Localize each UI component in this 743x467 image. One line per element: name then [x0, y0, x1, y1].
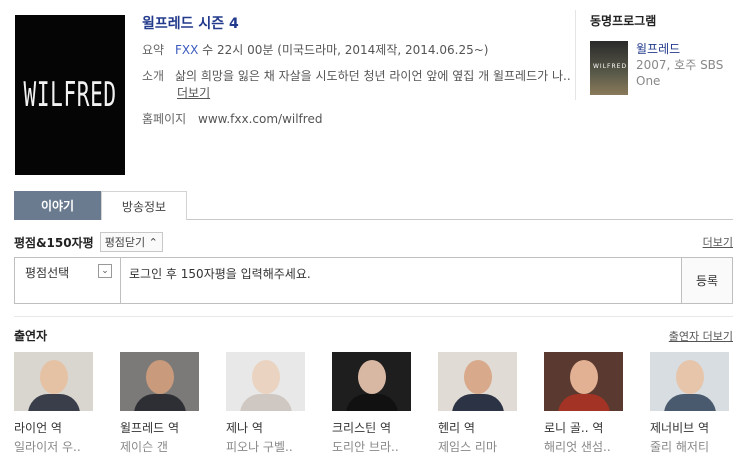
cast-list: 라이언 역 일라이저 우.. 윌프레드 역 제이슨 갠 제나 역 피오나 구벨.…: [14, 352, 739, 455]
homepage-row: 홈페이지 www.fxx.com/wilfred: [142, 111, 572, 128]
cast-body: [28, 394, 80, 411]
cast-face: [570, 360, 598, 394]
review-more-link[interactable]: 더보기: [703, 234, 733, 250]
summary-value: FXX 수 22시 00분 (미국드라마, 2014제작, 2014.06.25…: [175, 42, 572, 59]
rating-select[interactable]: 평점선택 ⌄: [15, 258, 121, 303]
cast-body: [134, 394, 186, 411]
review-submit-button[interactable]: 등록: [681, 258, 732, 303]
intro-row: 소개 삶의 희망을 잃은 채 자살을 시도하던 청년 라이언 앞에 옆집 개 윌…: [142, 68, 572, 102]
program-title[interactable]: 윌프레드 시즌 4: [142, 16, 239, 32]
same-name-link[interactable]: 윌프레드: [636, 42, 680, 56]
cast-photo[interactable]: [438, 352, 517, 411]
cast-role[interactable]: 크리스틴 역: [332, 419, 438, 436]
content-tabs: 이야기 방송정보: [14, 191, 733, 220]
review-header: 평점&150자평 평점닫기 ⌃ 더보기: [14, 232, 733, 252]
tab-broadcast-info[interactable]: 방송정보: [101, 191, 187, 220]
cast-face: [464, 360, 492, 394]
cast-role[interactable]: 제나 역: [226, 419, 332, 436]
channel-link[interactable]: FXX: [175, 43, 198, 57]
cast-member[interactable]: 윌프레드 역 제이슨 갠: [120, 352, 226, 455]
review-input-box: 평점선택 ⌄ 로그인 후 150자평을 입력해주세요. 등록: [14, 257, 733, 304]
cast-photo[interactable]: [544, 352, 623, 411]
cast-body: [664, 394, 716, 411]
program-info: 윌프레드 시즌 4 요약 FXX 수 22시 00분 (미국드라마, 2014제…: [142, 13, 572, 128]
cast-body: [240, 394, 292, 411]
cast-actor[interactable]: 제임스 리마: [438, 438, 544, 455]
cast-role[interactable]: 헨리 역: [438, 419, 544, 436]
intro-value: 삶의 희망을 잃은 채 자살을 시도하던 청년 라이언 앞에 옆집 개 윌프레드…: [175, 68, 572, 102]
cast-photo[interactable]: [14, 352, 93, 411]
cast-actor[interactable]: 제이슨 갠: [120, 438, 226, 455]
vertical-divider: [575, 10, 576, 100]
cast-face: [676, 360, 704, 394]
review-title: 평점&150자평: [14, 235, 94, 250]
program-poster[interactable]: WILFRED: [15, 15, 125, 175]
cast-actor[interactable]: 도리안 브라..: [332, 438, 438, 455]
cast-role[interactable]: 라이언 역: [14, 419, 120, 436]
cast-role[interactable]: 로니 골.. 역: [544, 419, 650, 436]
cast-face: [146, 360, 174, 394]
cast-title: 출연자: [14, 329, 48, 343]
homepage-label: 홈페이지: [142, 112, 187, 126]
cast-actor[interactable]: 줄리 해저티: [650, 438, 743, 455]
section-divider: [14, 316, 733, 317]
intro-label: 소개: [142, 69, 165, 83]
cast-member[interactable]: 크리스틴 역 도리안 브라..: [332, 352, 438, 455]
same-name-sub: 2007, 호주 SBS One: [636, 58, 724, 88]
cast-header: 출연자 출연자 더보기: [14, 327, 733, 344]
intro-text: 삶의 희망을 잃은 채 자살을 시도하던 청년 라이언 앞에 옆집 개 윌프레드…: [175, 69, 571, 83]
cast-actor[interactable]: 일라이저 우..: [14, 438, 120, 455]
cast-member[interactable]: 로니 골.. 역 해리엇 샌섬..: [544, 352, 650, 455]
cast-body: [558, 394, 610, 411]
summary-row: 요약 FXX 수 22시 00분 (미국드라마, 2014제작, 2014.06…: [142, 42, 572, 59]
cast-body: [452, 394, 504, 411]
cast-face: [40, 360, 68, 394]
cast-role[interactable]: 윌프레드 역: [120, 419, 226, 436]
cast-member[interactable]: 제너비브 역 줄리 해저티: [650, 352, 743, 455]
review-close-button[interactable]: 평점닫기 ⌃: [99, 232, 163, 252]
cast-photo[interactable]: [332, 352, 411, 411]
cast-body: [346, 394, 398, 411]
same-name-thumbnail[interactable]: WILFRED: [590, 41, 628, 95]
cast-face: [252, 360, 280, 394]
rating-select-label: 평점선택: [25, 266, 70, 280]
cast-member[interactable]: 제나 역 피오나 구벨..: [226, 352, 332, 455]
same-name-meta: 윌프레드 2007, 호주 SBS One: [636, 41, 740, 95]
summary-rest: 수 22시 00분 (미국드라마, 2014제작, 2014.06.25~): [198, 43, 489, 57]
summary-label: 요약: [142, 43, 165, 57]
cast-role[interactable]: 제너비브 역: [650, 419, 743, 436]
tab-story[interactable]: 이야기: [14, 191, 101, 220]
same-name-thumb-text: WILFRED: [593, 63, 628, 70]
cast-photo[interactable]: [650, 352, 729, 411]
cast-more-link[interactable]: 출연자 더보기: [669, 328, 733, 344]
chevron-down-icon[interactable]: ⌄: [98, 264, 112, 278]
cast-photo[interactable]: [226, 352, 305, 411]
cast-photo[interactable]: [120, 352, 199, 411]
cast-member[interactable]: 라이언 역 일라이저 우..: [14, 352, 120, 455]
intro-more-link[interactable]: 더보기: [177, 86, 210, 100]
same-name-item[interactable]: WILFRED 윌프레드 2007, 호주 SBS One: [590, 41, 740, 95]
same-name-title: 동명프로그램: [590, 14, 657, 28]
homepage-link[interactable]: www.fxx.com/wilfred: [198, 111, 572, 128]
same-name-programs: 동명프로그램 WILFRED 윌프레드 2007, 호주 SBS One: [590, 12, 740, 95]
poster-title-text: WILFRED: [23, 75, 117, 115]
review-text-input[interactable]: 로그인 후 150자평을 입력해주세요.: [121, 258, 681, 303]
cast-member[interactable]: 헨리 역 제임스 리마: [438, 352, 544, 455]
cast-face: [358, 360, 386, 394]
cast-actor[interactable]: 해리엇 샌섬..: [544, 438, 650, 455]
cast-actor[interactable]: 피오나 구벨..: [226, 438, 332, 455]
